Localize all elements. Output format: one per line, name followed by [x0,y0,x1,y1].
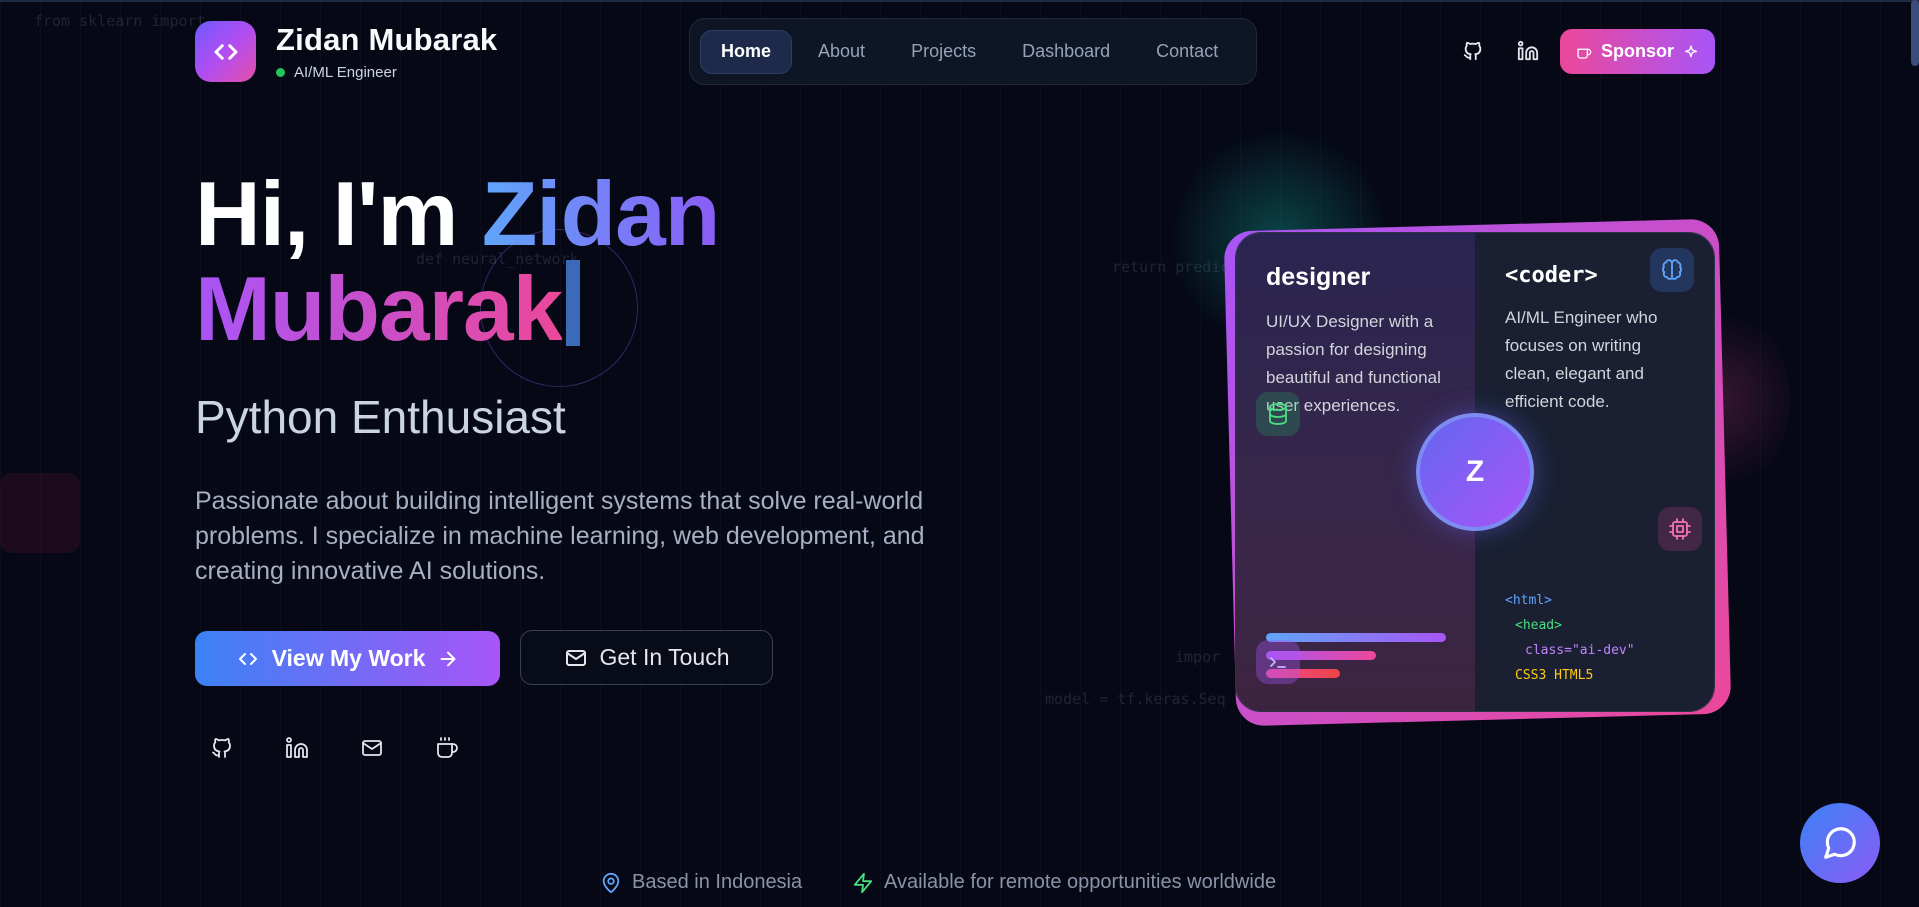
location-text: Based in Indonesia [632,871,803,893]
bg-code-model: model = tf.keras.Seq [1045,690,1226,708]
coffee-icon[interactable] [432,733,462,763]
database-icon [1256,392,1300,436]
code-line: CSS3 HTML5 [1515,668,1594,683]
nav-item-dashboard[interactable]: Dashboard [1002,30,1130,74]
hero-title: Hi, I'm Zidan Mubarak [195,169,720,355]
designer-title: designer [1266,263,1371,291]
zap-icon [853,872,873,893]
code-line: <html> [1505,593,1552,608]
coffee-icon [1577,48,1592,59]
code-icon [238,652,257,665]
typing-cursor [566,260,581,346]
code-line: class="ai-dev" [1525,643,1635,658]
top-border [0,0,1919,2]
availability-text: Available for remote opportunities world… [884,871,1277,893]
terminal-icon [1256,640,1300,684]
scrollbar[interactable] [1911,0,1919,66]
linkedin-icon[interactable] [1513,36,1543,66]
get-in-touch-button[interactable]: Get In Touch [520,630,773,685]
hero-greeting: Hi, I'm [195,164,458,265]
sponsor-label: Sponsor [1600,41,1674,61]
arrow-right-icon [440,651,456,666]
mail-icon[interactable] [357,733,387,763]
code-snippet: <html> <head> class="ai-dev" CSS3 HTML5 [1505,588,1635,688]
code-icon [195,21,256,82]
nav-item-projects[interactable]: Projects [891,30,996,74]
chat-icon [1824,827,1856,859]
bg-code-import: impor [1175,648,1221,666]
location-info: Based in Indonesia [600,871,802,894]
github-icon[interactable] [207,733,237,763]
brand-role: AI/ML Engineer [276,64,497,81]
hero-first-name: Zidan [481,164,721,265]
left-glow [0,473,80,553]
sponsor-button[interactable]: Sponsor [1560,29,1715,74]
get-in-touch-label: Get In Touch [599,644,730,670]
view-my-work-button[interactable]: View My Work [195,631,500,686]
brand-role-text: AI/ML Engineer [294,64,397,81]
mail-icon [565,649,586,666]
main-nav: Home About Projects Dashboard Contact [689,18,1257,85]
chat-button[interactable] [1800,803,1880,883]
sparkle-icon [1685,44,1697,57]
map-pin-icon [602,872,620,893]
hero-description: Passionate about building intelligent sy… [195,487,925,585]
availability-info: Available for remote opportunities world… [852,871,1276,894]
hero-last-name: Mubarak [195,259,563,360]
avatar: Z [1416,413,1534,531]
coder-text: AI/ML Engineer who focuses on writing cl… [1505,308,1658,411]
github-icon[interactable] [1458,36,1488,66]
brain-icon [1650,248,1694,292]
view-my-work-label: View My Work [271,645,426,671]
hero-subtitle: Python Enthusiast [195,391,566,443]
nav-item-contact[interactable]: Contact [1136,30,1238,74]
nav-item-about[interactable]: About [798,30,885,74]
brand-name: Zidan Mubarak [276,22,498,57]
brand[interactable]: Zidan Mubarak AI/ML Engineer [195,21,497,82]
status-dot [276,68,285,77]
code-line: <head> [1515,618,1562,633]
linkedin-icon[interactable] [282,733,312,763]
nav-item-home[interactable]: Home [700,29,793,74]
cpu-icon [1658,507,1702,551]
